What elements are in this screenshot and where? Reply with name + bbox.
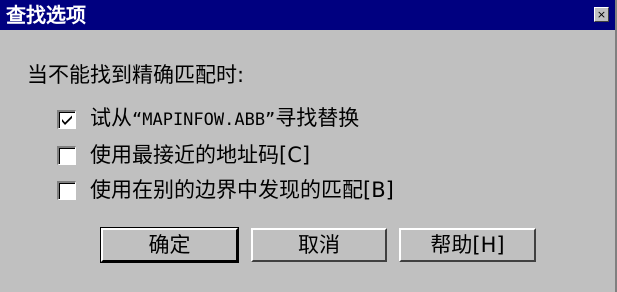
checkbox-nearest-address[interactable] xyxy=(57,145,76,165)
close-icon: × xyxy=(596,8,607,21)
ok-button[interactable]: 确定 xyxy=(100,227,239,263)
checkbox-try-abb-file[interactable] xyxy=(57,109,76,129)
cancel-button[interactable]: 取消 xyxy=(251,228,387,262)
help-button-label: 帮助[H] xyxy=(430,233,505,257)
cancel-button-label: 取消 xyxy=(298,233,340,257)
ok-button-label: 确定 xyxy=(148,233,191,257)
option-nearest-address[interactable]: 使用最接近的地址码[C] xyxy=(57,142,310,168)
close-button[interactable]: × xyxy=(594,7,609,22)
option-label-nearest-address: 使用最接近的地址码[C] xyxy=(90,143,311,167)
option-label-try-abb-file: 试从“MAPINFOW.ABB”寻找替换 xyxy=(90,106,360,130)
option-label-other-boundary: 使用在别的边界中发现的匹配[B] xyxy=(90,178,394,202)
help-button[interactable]: 帮助[H] xyxy=(399,228,536,262)
prompt-label: 当不能找到精确匹配时: xyxy=(27,63,245,87)
option-try-abb-file[interactable]: 试从“MAPINFOW.ABB”寻找替换 xyxy=(57,105,359,133)
window-title: 查找选项 xyxy=(6,3,86,27)
find-options-dialog: 查找选项 × 当不能找到精确匹配时: 试从“MAPINFOW.ABB”寻找替换 … xyxy=(0,0,617,292)
checkbox-other-boundary[interactable] xyxy=(57,180,76,200)
title-bar[interactable]: 查找选项 × xyxy=(0,0,615,30)
checkmark-icon xyxy=(62,115,72,125)
option-other-boundary[interactable]: 使用在别的边界中发现的匹配[B] xyxy=(57,177,394,203)
